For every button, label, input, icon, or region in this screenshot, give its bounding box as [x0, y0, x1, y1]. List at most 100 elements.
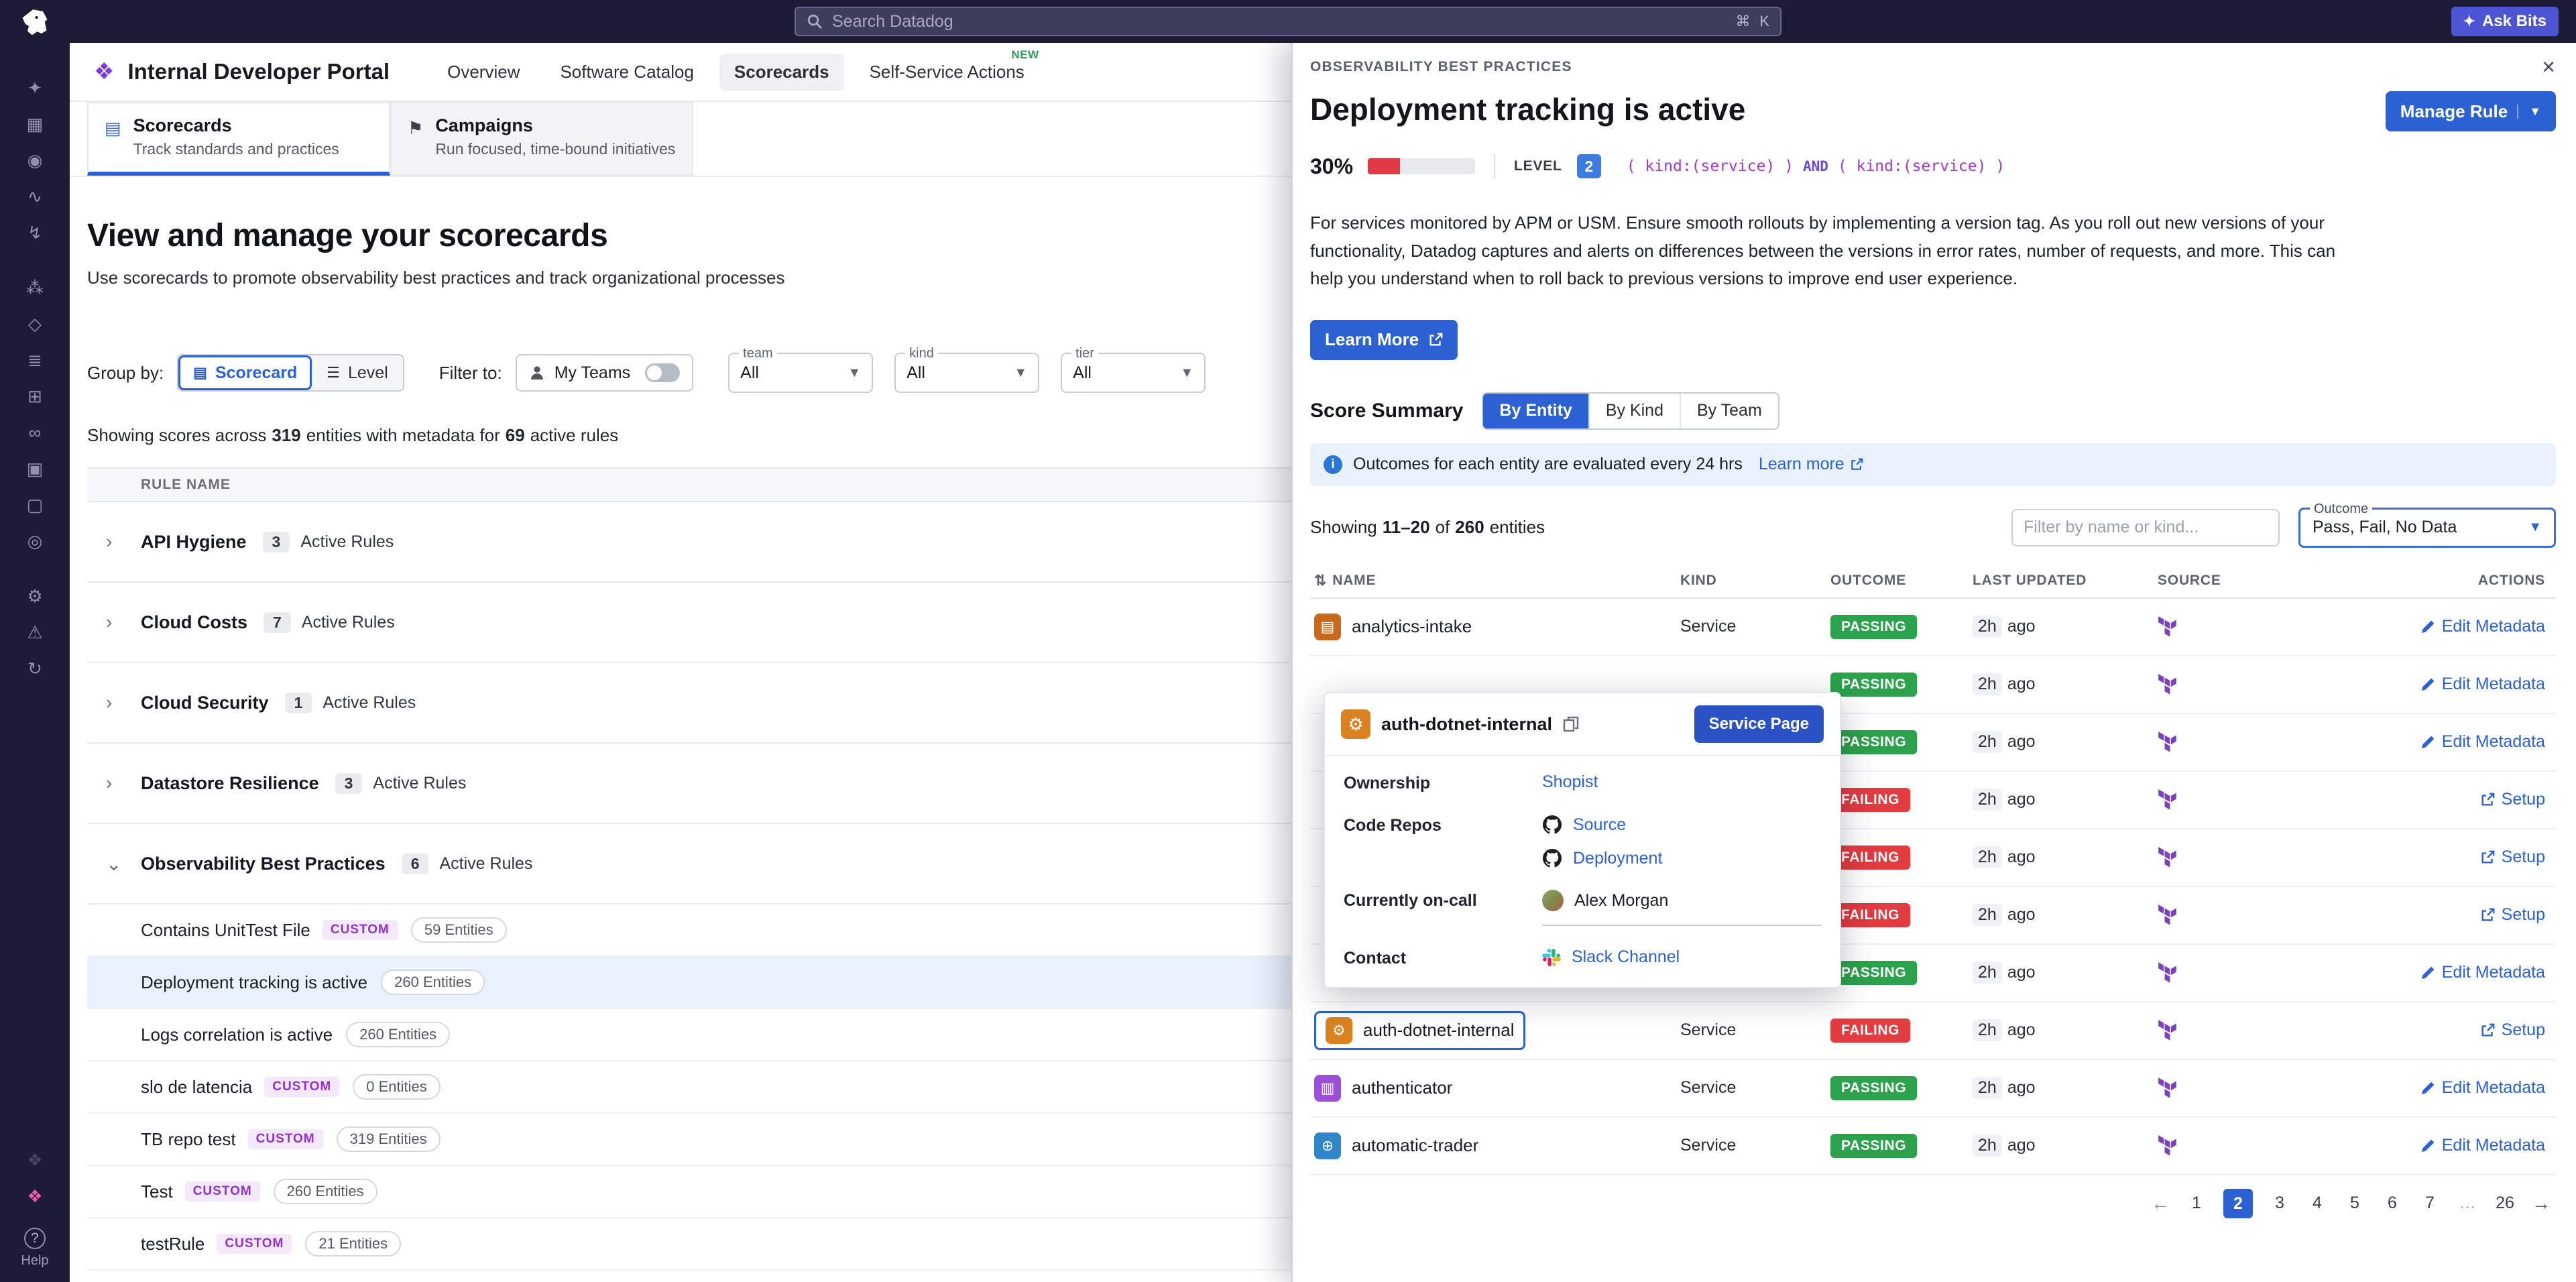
watchdog-icon[interactable]: ◉ — [0, 142, 70, 178]
action-edit-link[interactable]: Edit Metadata — [2420, 1078, 2545, 1098]
scorecard-group-row[interactable]: ›Cloud Security1Active Rules — [87, 663, 1291, 744]
scorecard-group-row[interactable]: ›Cloud Costs7Active Rules — [87, 583, 1291, 663]
entity-row[interactable]: ▥authenticatorServicePASSING2hagoEdit Me… — [1310, 1060, 2556, 1118]
scorecard-group-row[interactable]: ⌄Observability Best Practices6Active Rul… — [87, 824, 1291, 905]
learn-more-link[interactable]: Learn more — [1759, 455, 1863, 474]
terraform-icon[interactable] — [2158, 904, 2178, 927]
ask-bits-button[interactable]: ✦ Ask Bits — [2451, 7, 2559, 36]
rule-row[interactable]: Logs correlation is active260 Entities — [87, 1009, 1291, 1061]
terraform-icon[interactable] — [2158, 673, 2178, 696]
workflows-icon[interactable]: ↻ — [0, 650, 70, 687]
terraform-icon[interactable] — [2158, 961, 2178, 984]
logs-icon[interactable]: ≣ — [0, 342, 70, 378]
chevron-right-icon[interactable]: › — [106, 772, 141, 794]
entity-row[interactable]: ▤analytics-intakeServicePASSING2hagoEdit… — [1310, 599, 2556, 656]
slack-channel-link[interactable]: Slack Channel — [1542, 947, 1821, 967]
rule-row[interactable]: TestCUSTOM260 Entities — [87, 1166, 1291, 1218]
entity-row[interactable]: ⚙auth-dotnet-internalServiceFAILING2hago… — [1310, 1002, 2556, 1060]
my-teams-filter[interactable]: My Teams — [516, 354, 693, 392]
filter-kind[interactable]: kindAll▼ — [894, 353, 1039, 393]
entity-filter-input[interactable] — [2011, 509, 2280, 546]
page-5-button[interactable]: 5 — [2344, 1193, 2365, 1213]
terraform-icon[interactable] — [2158, 1019, 2178, 1042]
ci-pipelines-icon[interactable]: ⊞ — [0, 378, 70, 414]
software-catalog-icon[interactable]: ▢ — [0, 487, 70, 523]
tab-by-entity[interactable]: By Entity — [1483, 394, 1588, 428]
action-setup-link[interactable]: Setup — [2480, 790, 2545, 809]
manage-rule-button[interactable]: Manage Rule ▼ — [2386, 91, 2556, 131]
terraform-icon[interactable] — [2158, 1134, 2178, 1157]
terraform-icon[interactable] — [2158, 731, 2178, 754]
rule-row[interactable]: Contains UnitTest FileCUSTOM59 Entities — [87, 905, 1291, 957]
subtab-scorecards[interactable]: ▤ Scorecards Track standards and practic… — [87, 102, 390, 176]
terraform-icon[interactable] — [2158, 789, 2178, 811]
page-3-button[interactable]: 3 — [2269, 1193, 2290, 1213]
metrics-icon[interactable]: ▦ — [0, 106, 70, 142]
deployment-link[interactable]: Deployment — [1542, 848, 1821, 868]
synthetics-icon[interactable]: ◎ — [0, 523, 70, 559]
service-page-button[interactable]: Service Page — [1694, 705, 1824, 743]
shopist-link[interactable]: Shopist — [1542, 772, 1821, 792]
help-button[interactable]: ? Help — [21, 1228, 48, 1269]
chevron-right-icon[interactable]: › — [106, 531, 141, 552]
scorecard-group-row[interactable]: ›Datastore Resilience3Active Rules — [87, 744, 1291, 824]
subtab-campaigns[interactable]: ⚑ Campaigns Run focused, time-bound init… — [390, 102, 693, 176]
next-page-button[interactable]: → — [2532, 1193, 2551, 1214]
chevron-right-icon[interactable]: › — [106, 692, 141, 713]
integrations-icon[interactable]: ∞ — [0, 414, 70, 451]
tab-by-kind[interactable]: By Kind — [1588, 394, 1680, 428]
group-by-level-button[interactable]: ☰ Level — [312, 355, 403, 390]
my-teams-toggle[interactable] — [645, 363, 680, 382]
page-7-button[interactable]: 7 — [2419, 1193, 2441, 1213]
copy-icon[interactable] — [1563, 716, 1579, 732]
entity-row[interactable]: ⊕automatic-traderServicePASSING2hagoEdit… — [1310, 1118, 2556, 1175]
terraform-icon[interactable] — [2158, 846, 2178, 869]
outcome-select[interactable]: Outcome Pass, Fail, No Data ▼ — [2298, 508, 2556, 548]
chevron-down-icon[interactable]: ⌄ — [106, 853, 141, 875]
apm-icon[interactable]: ↯ — [0, 215, 70, 251]
rule-row[interactable]: Deployment tracking is active260 Entitie… — [87, 957, 1291, 1009]
sparkles-icon[interactable]: ✦ — [0, 70, 70, 106]
filter-tier[interactable]: tierAll▼ — [1061, 353, 1206, 393]
tab-scorecards[interactable]: Scorecards — [719, 54, 844, 91]
group-by-scorecard-button[interactable]: ▤ Scorecard — [178, 355, 312, 390]
rule-row[interactable]: testRuleCUSTOM21 Entities — [87, 1218, 1291, 1271]
alex-morgan-link[interactable]: Alex Morgan — [1542, 890, 1821, 911]
previous-page-button[interactable]: ← — [2151, 1193, 2170, 1214]
action-edit-link[interactable]: Edit Metadata — [2420, 963, 2545, 982]
tab-by-team[interactable]: By Team — [1680, 394, 1778, 428]
llm-observability-icon[interactable]: ∿ — [0, 178, 70, 215]
error-tracking-icon[interactable]: ⚠ — [0, 614, 70, 650]
tab-self-service-actions[interactable]: Self-Service ActionsNEW — [855, 54, 1039, 91]
rule-row[interactable]: slo de latenciaCUSTOM0 Entities — [87, 1061, 1291, 1114]
learn-more-button[interactable]: Learn More — [1310, 320, 1458, 360]
bits-pink-icon[interactable]: ❖ — [0, 1178, 70, 1214]
action-setup-link[interactable]: Setup — [2480, 905, 2545, 925]
action-setup-link[interactable]: Setup — [2480, 1021, 2545, 1040]
bug-tracking-icon[interactable]: ⚙ — [0, 578, 70, 614]
terraform-icon[interactable] — [2158, 616, 2178, 638]
action-edit-link[interactable]: Edit Metadata — [2420, 617, 2545, 636]
page-2-button[interactable]: 2 — [2223, 1189, 2253, 1218]
action-edit-link[interactable]: Edit Metadata — [2420, 732, 2545, 752]
service-management-icon[interactable]: ⁂ — [0, 270, 70, 306]
page-26-button[interactable]: 26 — [2494, 1193, 2516, 1213]
page-4-button[interactable]: 4 — [2306, 1193, 2328, 1213]
highlighted-entity[interactable]: ⚙auth-dotnet-internal — [1314, 1011, 1525, 1050]
page-6-button[interactable]: 6 — [2382, 1193, 2403, 1213]
dog-icon[interactable]: ❖ — [0, 1142, 70, 1178]
tab-overview[interactable]: Overview — [432, 54, 534, 91]
action-edit-link[interactable]: Edit Metadata — [2420, 675, 2545, 694]
search-input[interactable] — [832, 12, 1726, 32]
chevron-right-icon[interactable]: › — [106, 611, 141, 633]
datadog-logo-icon[interactable] — [17, 5, 52, 46]
terraform-icon[interactable] — [2158, 1077, 2178, 1100]
global-search[interactable]: ⌘ K — [795, 7, 1781, 36]
filter-team[interactable]: teamAll▼ — [728, 353, 873, 393]
tab-software-catalog[interactable]: Software Catalog — [545, 54, 708, 91]
rule-row[interactable]: TB repo testCUSTOM319 Entities — [87, 1114, 1291, 1166]
source-link[interactable]: Source — [1542, 815, 1821, 835]
infrastructure-icon[interactable]: ◇ — [0, 306, 70, 342]
page-1-button[interactable]: 1 — [2186, 1193, 2207, 1213]
scorecard-group-row[interactable]: ›API Hygiene3Active Rules — [87, 502, 1291, 583]
